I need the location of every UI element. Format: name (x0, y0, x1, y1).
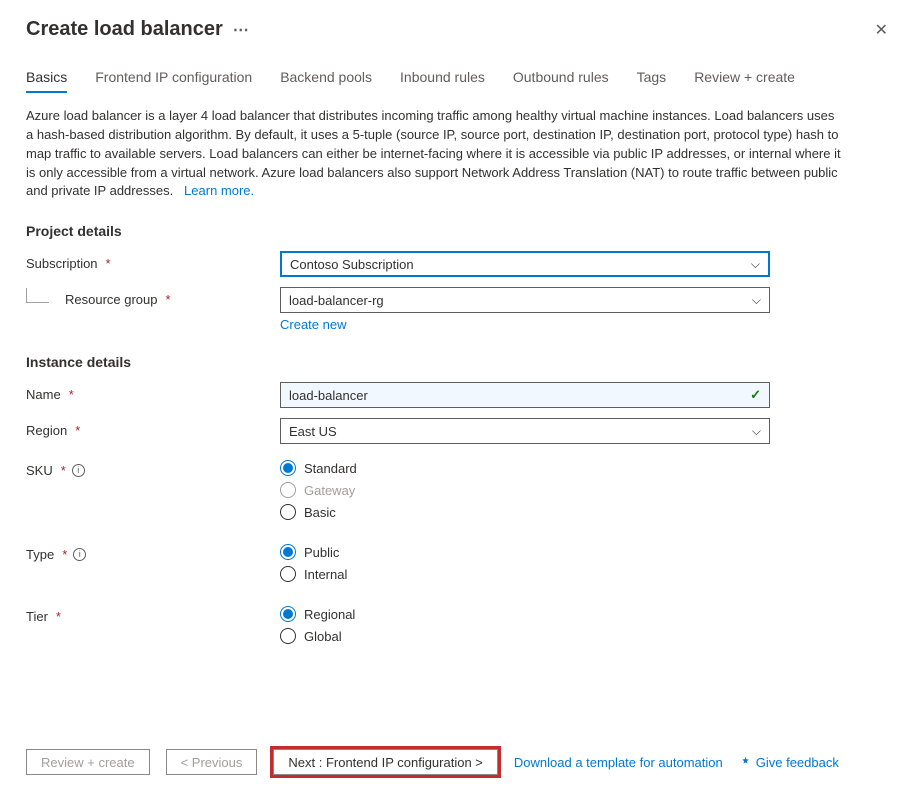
chevron-down-icon: ⌵ (751, 257, 760, 272)
resource-group-select[interactable]: load-balancer-rg ⌵ (280, 287, 770, 313)
create-new-link[interactable]: Create new (280, 317, 346, 332)
sku-radio-group: Standard Gateway Basic (280, 458, 770, 520)
resource-group-value: load-balancer-rg (289, 293, 384, 308)
tier-option-global[interactable]: Global (280, 628, 770, 644)
section-instance-details: Instance details (26, 354, 844, 370)
tab-review-create[interactable]: Review + create (694, 69, 795, 93)
tier-label: Tier (26, 609, 48, 624)
type-option-public[interactable]: Public (280, 544, 770, 560)
name-label: Name (26, 387, 61, 402)
tier-option-regional[interactable]: Regional (280, 606, 770, 622)
required-marker: * (61, 463, 66, 478)
name-input[interactable]: load-balancer ✓ (280, 382, 770, 408)
section-project-details: Project details (26, 223, 844, 239)
feedback-label: Give feedback (756, 755, 839, 770)
tab-strip: Basics Frontend IP configuration Backend… (0, 45, 914, 93)
radio-label: Basic (304, 505, 336, 520)
type-label: Type (26, 547, 54, 562)
page-title: Create load balancer (26, 18, 223, 41)
learn-more-link[interactable]: Learn more. (184, 183, 254, 198)
region-value: East US (289, 424, 337, 439)
sku-option-gateway: Gateway (280, 482, 770, 498)
resource-group-label: Resource group (65, 292, 158, 307)
chevron-down-icon: ⌵ (752, 293, 761, 308)
radio-label: Public (304, 545, 339, 560)
description-body: Azure load balancer is a layer 4 load ba… (26, 108, 841, 198)
type-option-internal[interactable]: Internal (280, 566, 770, 582)
radio-label: Internal (304, 567, 347, 582)
tab-frontend-ip[interactable]: Frontend IP configuration (95, 69, 252, 93)
feedback-icon (739, 756, 752, 769)
next-button[interactable]: Next : Frontend IP configuration > (273, 749, 498, 775)
type-radio-group: Public Internal (280, 542, 770, 582)
region-label: Region (26, 423, 67, 438)
required-marker: * (56, 609, 61, 624)
previous-button[interactable]: < Previous (166, 749, 258, 775)
radio-label: Gateway (304, 483, 355, 498)
sku-label: SKU (26, 463, 53, 478)
description-text: Azure load balancer is a layer 4 load ba… (26, 107, 844, 201)
tab-outbound-rules[interactable]: Outbound rules (513, 69, 609, 93)
sku-option-standard[interactable]: Standard (280, 460, 770, 476)
give-feedback-link[interactable]: Give feedback (739, 755, 839, 770)
subscription-select[interactable]: Contoso Subscription ⌵ (280, 251, 770, 277)
valid-icon: ✓ (750, 387, 761, 403)
required-marker: * (75, 423, 80, 438)
radio-label: Regional (304, 607, 355, 622)
tab-inbound-rules[interactable]: Inbound rules (400, 69, 485, 93)
subscription-label: Subscription (26, 256, 98, 271)
radio-label: Standard (304, 461, 357, 476)
region-select[interactable]: East US ⌵ (280, 418, 770, 444)
tier-radio-group: Regional Global (280, 604, 770, 644)
radio-label: Global (304, 629, 342, 644)
required-marker: * (62, 547, 67, 562)
tab-tags[interactable]: Tags (637, 69, 667, 93)
name-value: load-balancer (289, 388, 368, 403)
chevron-down-icon: ⌵ (752, 424, 761, 439)
sku-option-basic[interactable]: Basic (280, 504, 770, 520)
required-marker: * (166, 292, 171, 307)
review-create-button[interactable]: Review + create (26, 749, 150, 775)
more-actions-icon[interactable]: ⋯ (233, 20, 250, 40)
close-icon[interactable]: ✕ (875, 20, 888, 40)
download-template-link[interactable]: Download a template for automation (514, 755, 723, 770)
info-icon[interactable]: i (72, 464, 85, 477)
required-marker: * (69, 387, 74, 402)
info-icon[interactable]: i (73, 548, 86, 561)
required-marker: * (106, 256, 111, 271)
tab-backend-pools[interactable]: Backend pools (280, 69, 372, 93)
subscription-value: Contoso Subscription (290, 257, 414, 272)
tab-basics[interactable]: Basics (26, 69, 67, 93)
